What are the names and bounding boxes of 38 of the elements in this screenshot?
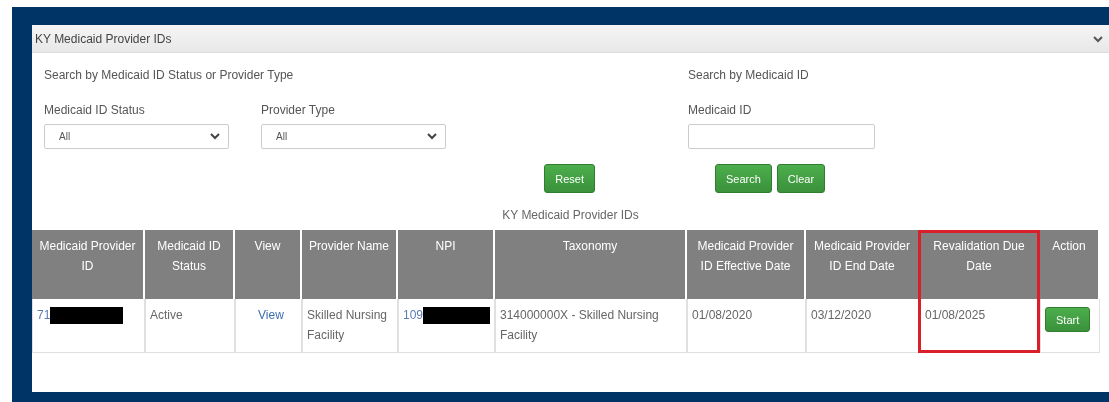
column-header: NPI (398, 230, 495, 299)
view-link[interactable]: View (240, 308, 284, 322)
table-cell: 03/12/2020 (811, 308, 872, 322)
dropdown[interactable]: All (261, 124, 446, 149)
column-header: Action (1040, 230, 1100, 299)
column-header: Medicaid Provider ID (32, 230, 145, 299)
reset-button[interactable]: Reset (544, 164, 595, 193)
table-cell-text: 109 (403, 307, 424, 324)
panel-title: KY Medicaid Provider IDs (35, 31, 172, 46)
field-label: Medicaid ID Status (44, 103, 146, 117)
input-field[interactable] (688, 124, 875, 149)
panel-header[interactable]: KY Medicaid Provider IDs (32, 25, 1109, 53)
table-cell-text: 71 (37, 307, 51, 324)
column-header: Taxonomy (495, 230, 687, 299)
table-cell: 01/08/2025 (925, 308, 986, 322)
clear-button[interactable]: Clear (776, 164, 826, 193)
section-heading: Search by Medicaid ID (688, 68, 810, 84)
field-label: Medicaid ID (688, 103, 753, 117)
table-cell: 314000000X - Skilled Nursing Facility (500, 308, 659, 342)
chevron-icon[interactable] (1093, 34, 1103, 43)
chevron-icon (210, 133, 220, 140)
column-header: Provider Name (302, 230, 398, 299)
column-header: Medicaid ID Status (145, 230, 235, 299)
section-heading: Search by Medicaid ID Status or Provider Type (44, 68, 295, 84)
chevron-icon (427, 133, 437, 140)
table-cell: 01/08/2020 (692, 308, 753, 322)
search-button[interactable]: Search (715, 164, 772, 193)
column-header: Revalidation Due Date (920, 230, 1040, 299)
column-header: View (235, 230, 302, 299)
redaction-bar (423, 307, 490, 324)
table-cell: Skilled Nursing Facility (307, 308, 388, 342)
start-button[interactable]: Start (1045, 307, 1091, 332)
table-cell: Active (150, 308, 183, 322)
table-caption: KY Medicaid Provider IDs (501, 208, 640, 222)
column-header: Medicaid Provider ID End Date (806, 230, 920, 299)
field-label: Provider Type (261, 103, 336, 117)
column-header: Medicaid Provider ID Effective Date (687, 230, 806, 299)
dropdown[interactable]: All (44, 124, 229, 149)
